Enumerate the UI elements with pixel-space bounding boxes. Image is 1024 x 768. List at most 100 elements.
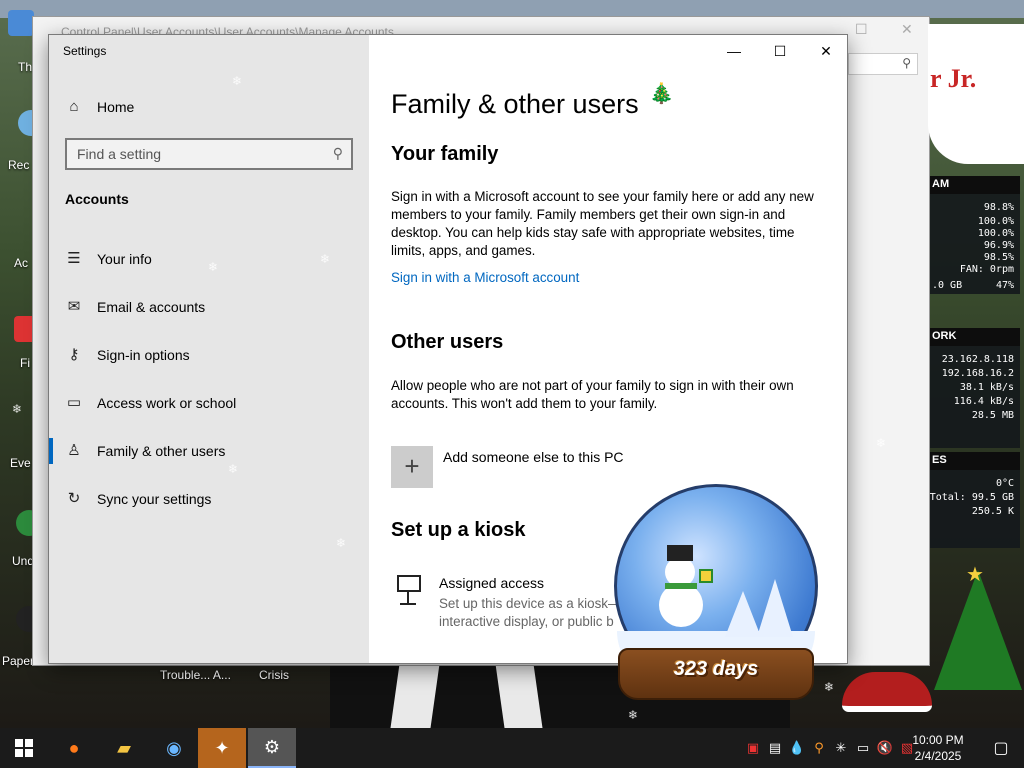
taskbar-settings[interactable]: ⚙ xyxy=(248,728,296,768)
ram-meter-widget: AM 98.8% 100.0% 100.0% 96.9% 98.5% FAN: … xyxy=(930,176,1020,294)
snowflake-icon: ❄ xyxy=(824,680,835,694)
snowflake-icon: ❄ xyxy=(674,148,685,162)
other-users-heading: Other users xyxy=(391,331,504,353)
volume-muted-icon[interactable]: 🔇 xyxy=(874,740,896,756)
sidebar-item-label: Email & accounts xyxy=(97,299,206,315)
ram-meter-header: AM xyxy=(930,176,1020,194)
snowflake-icon: ❄ xyxy=(208,260,219,274)
clock-date: 2/4/2025 xyxy=(914,749,962,763)
other-users-description: Allow people who are not part of your fa… xyxy=(391,378,794,411)
settings-sidebar: Settings ⌂ Home Find a setting ⚲ Account… xyxy=(49,35,369,663)
meter-value: 98.5% xyxy=(983,252,1014,263)
briefcase-icon: ▭ xyxy=(66,394,82,411)
taskbar-firefox[interactable]: ● xyxy=(50,728,98,768)
desktop-icon-label: Eve xyxy=(10,456,31,470)
home-icon: ⌂ xyxy=(69,98,79,115)
meter-value: .0 GB xyxy=(932,280,963,291)
sidebar-item-label: Access work or school xyxy=(97,395,237,411)
sidebar-item-sync-settings[interactable]: ↻ Sync your settings xyxy=(49,480,369,518)
christmas-tree-decoration xyxy=(934,570,1022,690)
meter-value: 98.8% xyxy=(983,202,1014,213)
sidebar-item-email-accounts[interactable]: ✉ Email & accounts xyxy=(49,288,369,326)
kiosk-icon xyxy=(397,575,423,609)
app-icon: ✦ xyxy=(214,737,230,758)
tray-app-icon[interactable]: ▤ xyxy=(764,740,786,756)
folder-icon: ▰ xyxy=(117,737,131,758)
notification-center-button[interactable]: ▢ xyxy=(978,728,1024,768)
kiosk-heading: Set up a kiosk xyxy=(391,519,526,541)
family-heading: Your family xyxy=(391,143,499,165)
network-meter-header: ORK xyxy=(930,328,1020,346)
windows-icon xyxy=(15,739,33,757)
speech-bubble-widget xyxy=(928,24,1024,164)
tree-icon: 🎄 xyxy=(649,83,674,105)
gift-icon xyxy=(699,569,713,583)
meter-value: 250.5 K xyxy=(971,506,1014,517)
sidebar-item-family-other-users[interactable]: ♙ Family & other users xyxy=(49,432,369,470)
start-button[interactable] xyxy=(0,728,48,768)
meter-value: 0°C xyxy=(995,478,1014,489)
globe-app-icon: ◉ xyxy=(166,737,182,758)
bg-maximize-icon[interactable]: ☐ xyxy=(855,21,868,38)
snowflake-icon: ❄ xyxy=(320,252,331,266)
desktop-icon-label: Th xyxy=(18,60,33,74)
add-user-label[interactable]: Add someone else to this PC xyxy=(443,449,624,465)
taskbar-app[interactable]: ◉ xyxy=(150,728,198,768)
snowflake-icon: ❄ xyxy=(628,708,639,722)
sidebar-item-sign-in-options[interactable]: ⚷ Sign-in options xyxy=(49,336,369,374)
taskbar-file-explorer[interactable]: ▰ xyxy=(100,728,148,768)
sign-in-microsoft-link[interactable]: Sign in with a Microsoft account xyxy=(391,270,579,285)
network-icon[interactable]: ▭ xyxy=(852,740,874,756)
nav-home-label: Home xyxy=(97,99,135,115)
snowman-icon xyxy=(659,583,703,627)
sidebar-item-label: Your info xyxy=(97,251,152,267)
snowflake-icon: ❄ xyxy=(12,402,23,416)
sync-icon: ↻ xyxy=(67,490,81,507)
assigned-access-link[interactable]: Assigned access xyxy=(439,575,544,591)
sparkle-icon[interactable]: ✳ xyxy=(830,740,852,756)
meter-value: 23.162.8.118 xyxy=(941,354,1014,365)
person-add-icon: ♙ xyxy=(67,442,81,459)
snowflake-icon: ❄ xyxy=(336,536,347,550)
control-panel-search[interactable]: ⚲ xyxy=(848,53,918,75)
search-tray-icon[interactable]: ⚲ xyxy=(808,740,830,756)
window-title: Settings xyxy=(63,44,107,58)
find-setting-search[interactable]: Find a setting ⚲ xyxy=(65,138,353,170)
globe-tree xyxy=(757,579,793,637)
clock-time: 10:00 PM xyxy=(912,733,964,747)
desktop-icon-label: Und xyxy=(12,554,35,568)
meter-value: 100.0% xyxy=(977,216,1014,227)
speech-bubble-text: r Jr. xyxy=(930,64,977,93)
meter-value: 38.1 kB/s xyxy=(959,382,1014,393)
bg-close-icon[interactable]: ✕ xyxy=(901,21,913,38)
desktop-icon[interactable] xyxy=(8,10,34,36)
sidebar-item-label: Family & other users xyxy=(97,443,226,459)
nav-home[interactable]: ⌂ Home xyxy=(65,95,134,119)
key-icon: ⚷ xyxy=(68,346,80,363)
network-meter-widget: ORK 23.162.8.118 192.168.16.2 38.1 kB/s … xyxy=(930,328,1020,448)
snowflake-icon: ❄ xyxy=(232,74,243,88)
water-drop-icon[interactable]: 💧 xyxy=(786,740,808,756)
search-icon[interactable]: ⚲ xyxy=(333,145,343,162)
tray-app-icon[interactable]: ▣ xyxy=(742,740,764,756)
sidebar-item-label: Sync your settings xyxy=(97,491,212,507)
family-description: Sign in with a Microsoft account to see … xyxy=(391,189,814,258)
sidebar-item-access-work[interactable]: ▭ Access work or school xyxy=(49,384,369,422)
taskbar-app-active[interactable]: ✦ xyxy=(198,728,246,768)
taskbar-clock[interactable]: 10:00 PM 2/4/2025 xyxy=(900,732,976,764)
meter-value: 28.5 MB xyxy=(971,410,1014,421)
disk-meter-widget: ES 0°C Total: 99.5 GB 250.5 K xyxy=(930,452,1020,548)
snowflake-icon: ❄ xyxy=(824,324,835,338)
meter-value: 47% xyxy=(995,280,1014,291)
disk-meter-header: ES xyxy=(930,452,1020,470)
snowman-scarf xyxy=(665,583,697,589)
system-tray: ▣ ▤ 💧 ⚲ ✳ ▭ 🔇 ▧ xyxy=(742,728,918,768)
days-countdown: 323 days xyxy=(673,658,759,680)
snowflake-icon: ❄ xyxy=(876,436,887,450)
page-title: Family & other users xyxy=(391,89,639,119)
firefox-icon: ● xyxy=(68,737,80,758)
desktop-icon-label: Crisis xyxy=(259,668,289,682)
snowman-hat xyxy=(667,545,693,561)
meter-value: 116.4 kB/s xyxy=(953,396,1014,407)
add-user-button[interactable]: + xyxy=(391,446,433,488)
